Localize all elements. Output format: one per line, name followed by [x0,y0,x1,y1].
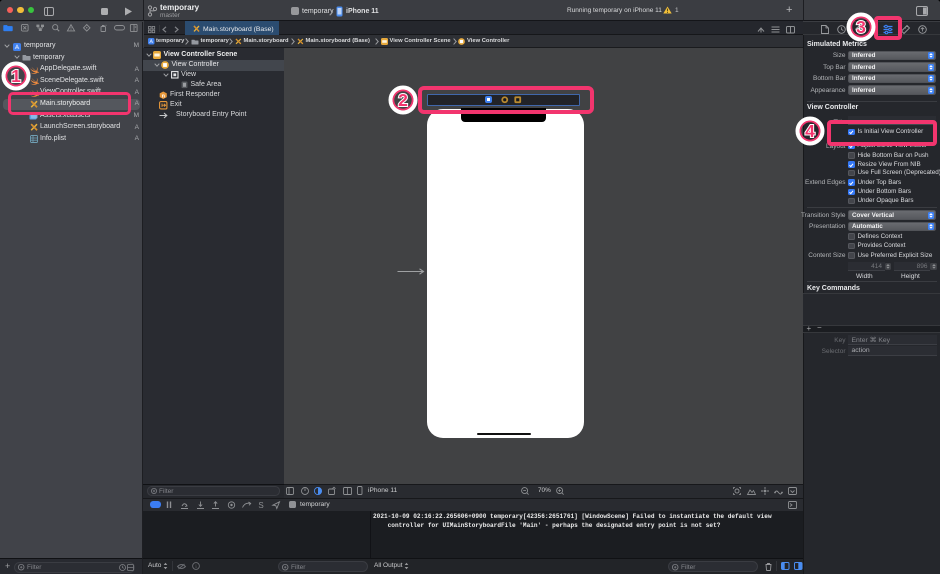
svg-text:3: 3 [856,17,866,37]
svg-text:S: S [258,501,263,510]
svg-text:4: 4 [805,121,815,141]
svg-text:1: 1 [11,66,21,86]
svg-text:2: 2 [398,90,408,110]
